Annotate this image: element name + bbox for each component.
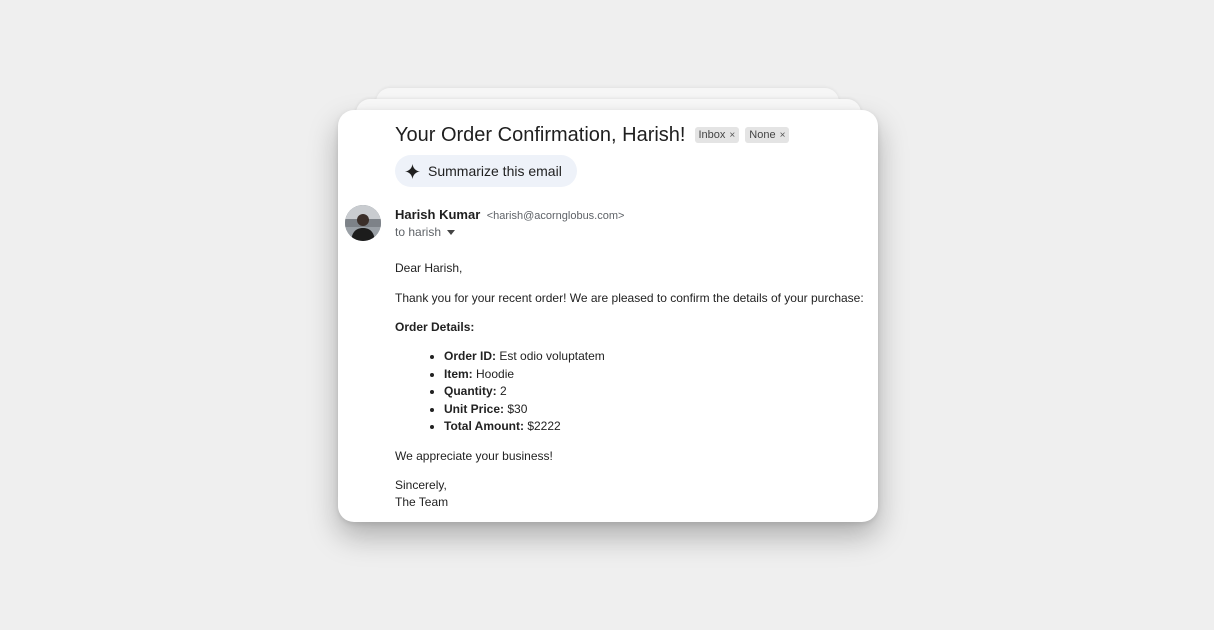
email-subject: Your Order Confirmation, Harish! — [395, 124, 686, 146]
remove-label-icon[interactable]: × — [729, 130, 735, 141]
label-chip-text: None — [749, 129, 776, 141]
detail-label: Quantity: — [444, 384, 497, 399]
email-body: Dear Harish, Thank you for your recent o… — [395, 260, 865, 511]
sender-row: Harish Kumar <harish@acornglobus.com> — [395, 206, 624, 224]
list-item: Unit Price: $30 — [444, 401, 865, 419]
detail-label: Order ID: — [444, 349, 497, 363]
label-chip-text: Inbox — [698, 129, 726, 141]
closing: Sincerely, — [395, 477, 447, 492]
remove-label-icon[interactable]: × — [780, 130, 786, 141]
list-item: Item: Hoodie — [444, 366, 865, 384]
detail-label: Unit Price: — [444, 401, 505, 416]
label-chip-inbox: Inbox × — [694, 127, 740, 143]
chevron-down-icon — [447, 230, 456, 235]
summarize-button-label: Summarize this email — [428, 163, 562, 179]
recipient-line: to harish — [395, 225, 442, 239]
email-card: Your Order Confirmation, Harish! Inbox ×… — [338, 110, 878, 522]
order-details-list: Order ID: Est odio voluptatem Item: Hood… — [395, 348, 865, 436]
avatar[interactable] — [345, 205, 381, 241]
detail-value: Hoodie — [476, 366, 515, 381]
detail-value: Est odio voluptatem — [499, 349, 605, 363]
sender-name: Harish Kumar — [395, 207, 481, 222]
order-details-heading: Order Details: — [395, 320, 475, 334]
detail-value: $30 — [507, 401, 528, 416]
greeting: Dear Harish, — [395, 261, 463, 275]
list-item: Total Amount: $2222 — [444, 418, 865, 436]
subject-row: Your Order Confirmation, Harish! Inbox ×… — [395, 122, 790, 148]
detail-value: $2222 — [527, 419, 561, 434]
list-item: Quantity: 2 — [444, 383, 865, 401]
thanks-paragraph: We appreciate your business! — [395, 448, 553, 463]
recipient-details-toggle[interactable]: to harish — [395, 225, 456, 239]
detail-label: Total Amount: — [444, 419, 524, 434]
summarize-email-button[interactable]: Summarize this email — [395, 155, 577, 187]
label-chip-none: None × — [745, 127, 790, 143]
detail-value: 2 — [500, 384, 507, 399]
signature: The Team — [395, 494, 449, 509]
sender-email: <harish@acornglobus.com> — [486, 210, 625, 222]
avatar-photo-icon — [345, 205, 381, 241]
intro-paragraph: Thank you for your recent order! We are … — [395, 291, 864, 305]
sparkle-icon — [405, 163, 420, 179]
detail-label: Item: — [444, 366, 473, 381]
list-item: Order ID: Est odio voluptatem — [444, 348, 865, 366]
